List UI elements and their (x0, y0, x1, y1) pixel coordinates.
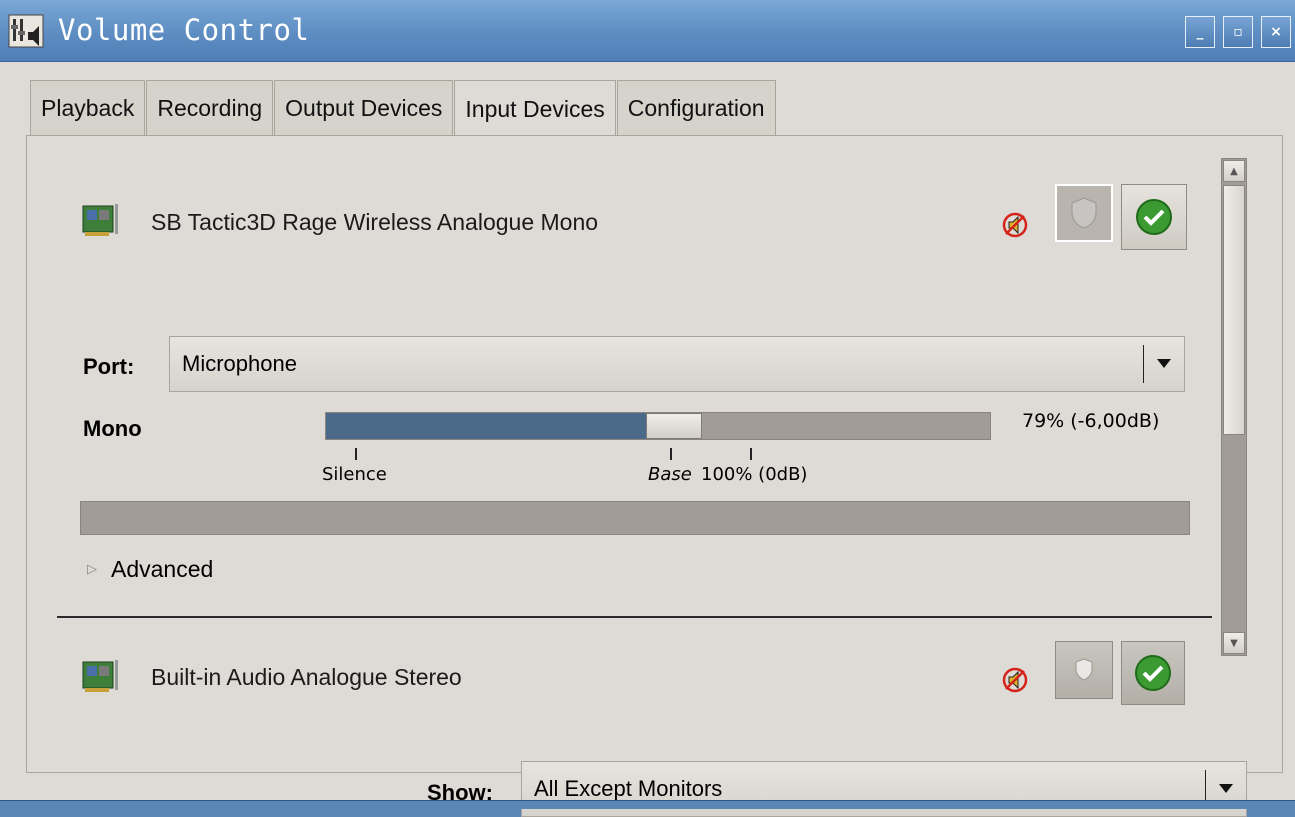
lock-channels-button[interactable] (1055, 641, 1113, 699)
tab-playback[interactable]: Playback (30, 80, 146, 136)
advanced-expander[interactable]: ▷ Advanced (87, 556, 213, 583)
chevron-down-icon (1144, 359, 1184, 369)
taskbar-edge (0, 800, 1295, 809)
tab-configuration[interactable]: Configuration (616, 80, 776, 136)
device-separator (57, 616, 1212, 618)
vertical-scrollbar[interactable]: ▲ ▼ (1221, 158, 1247, 656)
tick-label-base: Base (648, 464, 692, 485)
chevron-down-icon (1206, 784, 1246, 794)
tab-input-devices[interactable]: Input Devices (454, 80, 616, 137)
port-combo[interactable]: Microphone (169, 336, 1185, 392)
volume-slider[interactable] (325, 412, 991, 440)
show-value: All Except Monitors (534, 776, 723, 801)
maximize-button[interactable]: ▫ (1223, 16, 1253, 48)
scrollbar-thumb[interactable] (1223, 185, 1245, 435)
set-default-button[interactable] (1121, 184, 1187, 250)
tab-output-devices[interactable]: Output Devices (274, 80, 454, 136)
device-name: SB Tactic3D Rage Wireless Analogue Mono (151, 209, 599, 235)
volume-slider-fill (326, 413, 646, 439)
scroll-down-button[interactable]: ▼ (1223, 632, 1245, 654)
tick-label-100: 100% (0dB) (701, 464, 808, 485)
volume-control-app-icon (8, 14, 44, 48)
tick-100 (750, 448, 752, 460)
peak-level-meter (80, 501, 1190, 535)
title-bar[interactable]: Volume Control _ ▫ × (0, 0, 1295, 62)
sound-card-icon (82, 660, 118, 692)
minimize-button[interactable]: _ (1185, 16, 1215, 48)
channel-label: Mono (83, 416, 142, 441)
sound-card-icon (82, 204, 118, 236)
scroll-up-button[interactable]: ▲ (1223, 160, 1245, 182)
volume-slider-knob[interactable] (646, 413, 702, 439)
port-label: Port: (83, 354, 135, 379)
check-icon (1135, 655, 1171, 691)
mute-icon[interactable] (1002, 212, 1028, 238)
set-default-button[interactable] (1121, 641, 1185, 705)
window-title: Volume Control (58, 13, 310, 47)
port-value: Microphone (182, 351, 297, 376)
volume-control-window: Playback Recording Output Devices Input … (0, 62, 1295, 817)
close-button[interactable]: × (1261, 16, 1291, 48)
check-icon (1136, 199, 1172, 235)
shield-icon (1071, 197, 1097, 229)
tab-recording[interactable]: Recording (146, 80, 274, 136)
shield-icon (1075, 658, 1093, 681)
expander-arrow-icon: ▷ (87, 562, 97, 577)
mute-icon[interactable] (1002, 667, 1028, 693)
device-name: Built-in Audio Analogue Stereo (151, 664, 462, 690)
tick-base (670, 448, 672, 460)
tab-bar: Playback Recording Output Devices Input … (30, 80, 777, 137)
advanced-label: Advanced (111, 556, 214, 582)
input-devices-panel: SB Tactic3D Rage Wireless Analogue Mono … (26, 135, 1283, 817)
tick-label-silence: Silence (322, 464, 387, 485)
lock-channels-button[interactable] (1055, 184, 1113, 242)
tick-silence (355, 448, 357, 460)
volume-percent: 79% (-6,00dB) (1022, 410, 1160, 432)
